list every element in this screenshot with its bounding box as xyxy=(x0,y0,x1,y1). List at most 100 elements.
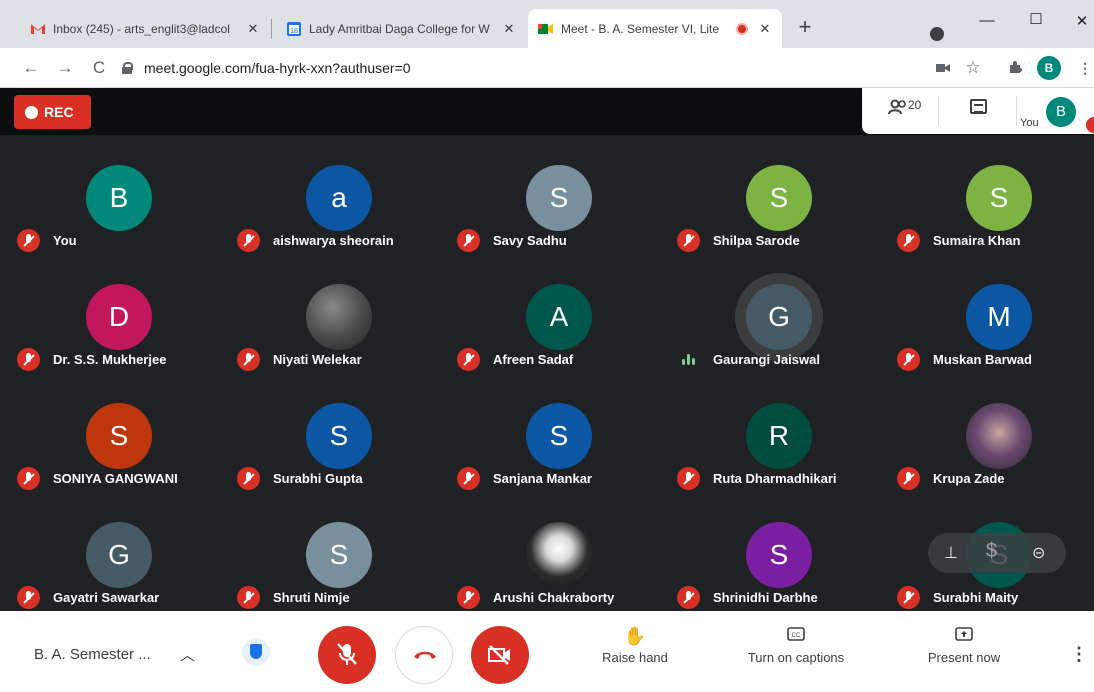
participant-tile[interactable]: S Savy Sadhu xyxy=(440,165,655,283)
tray-divider xyxy=(938,96,939,126)
participant-name-tag: Muskan Barwad xyxy=(897,346,1032,372)
participant-tile[interactable]: S Shilpa Sarode xyxy=(660,165,875,283)
camera-off-icon xyxy=(488,645,510,665)
chevron-up-icon[interactable]: ︿ xyxy=(180,644,195,665)
participant-name: Krupa Zade xyxy=(933,470,1005,486)
participant-name: aishwarya sheorain xyxy=(273,232,394,248)
recording-indicator-icon xyxy=(736,22,748,35)
participant-avatar: S xyxy=(966,165,1032,231)
minimize-icon[interactable]: — xyxy=(977,12,997,29)
mic-muted-icon xyxy=(17,347,40,371)
tab-gmail[interactable]: Inbox (245) - arts_englit3@ladcol ✕ xyxy=(20,9,270,48)
browser-toolbar: ← → C meet.google.com/fua-hyrk-xxn?authu… xyxy=(0,48,1094,88)
gmail-icon xyxy=(30,21,46,37)
participant-avatar: S xyxy=(526,403,592,469)
participant-tile[interactable]: S Surabhi Gupta xyxy=(220,403,435,521)
recording-badge: REC xyxy=(14,95,91,129)
present-icon xyxy=(904,626,1024,650)
participant-name-tag: Arushi Chakraborty xyxy=(457,584,614,610)
close-tab-icon[interactable]: ✕ xyxy=(756,21,774,37)
participant-tile[interactable]: A Afreen Sadaf xyxy=(440,284,655,402)
profile-avatar[interactable]: B xyxy=(1037,56,1061,80)
forward-icon[interactable]: → xyxy=(54,57,76,79)
tab-meet[interactable]: Meet - B. A. Semester VI, Lite ✕ xyxy=(528,9,782,48)
participant-tile[interactable]: S SONIYA GANGWANI xyxy=(0,403,215,521)
participant-name-tag: Sumaira Khan xyxy=(897,227,1020,253)
camera-toggle-button[interactable] xyxy=(471,626,529,684)
participant-tile[interactable]: Krupa Zade xyxy=(880,403,1094,521)
pin-icon[interactable]: ⊥ xyxy=(944,543,958,563)
participant-avatar: S xyxy=(526,165,592,231)
browser-tabstrip: Inbox (245) - arts_englit3@ladcol ✕ 18 L… xyxy=(0,0,1094,48)
mic-muted-icon xyxy=(677,466,700,490)
participant-name: Gayatri Sawarkar xyxy=(53,589,160,605)
participant-name: Ruta Dharmadhikari xyxy=(713,470,837,486)
mic-muted-icon xyxy=(677,585,700,609)
mic-muted-icon xyxy=(897,466,920,490)
tab-title: Lady Amritbai Daga College for W xyxy=(309,21,490,36)
participant-name: Niyati Welekar xyxy=(273,351,362,367)
host-controls-icon[interactable] xyxy=(242,638,270,666)
present-label: Present now xyxy=(927,650,1001,665)
participant-tile[interactable]: Niyati Welekar xyxy=(220,284,435,402)
bookmark-star-icon[interactable]: ☆ xyxy=(962,57,984,79)
maximize-icon[interactable]: ☐ xyxy=(1026,10,1046,28)
remove-icon[interactable]: ⊝ xyxy=(1032,543,1045,563)
meeting-title[interactable]: B. A. Semester ... xyxy=(34,646,151,663)
participant-tile[interactable]: B You xyxy=(0,165,215,283)
participant-tile[interactable]: a aishwarya sheorain xyxy=(220,165,435,283)
self-muted-icon xyxy=(1086,117,1094,133)
extensions-icon[interactable] xyxy=(1004,57,1026,79)
raise-hand-button[interactable]: ✋ Raise hand xyxy=(575,626,695,665)
participant-name-tag: Shilpa Sarode xyxy=(677,227,800,253)
participant-tile[interactable]: M Muskan Barwad xyxy=(880,284,1094,402)
participant-name-tag: Gaurangi Jaiswal xyxy=(677,346,820,372)
mic-muted-icon xyxy=(457,347,480,371)
participant-name: Savy Sadhu xyxy=(493,232,567,248)
back-icon[interactable]: ← xyxy=(20,57,42,79)
participant-tile[interactable]: R Ruta Dharmadhikari xyxy=(660,403,875,521)
mic-muted-icon xyxy=(237,466,260,490)
participant-tile[interactable]: D Dr. S.S. Mukherjee xyxy=(0,284,215,402)
address-bar[interactable]: meet.google.com/fua-hyrk-xxn?authuser=0 xyxy=(122,54,922,82)
participant-avatar: a xyxy=(306,165,372,231)
chrome-menu-icon[interactable]: ⋮ xyxy=(1074,57,1094,79)
captions-button[interactable]: CC Turn on captions xyxy=(736,626,856,665)
people-icon[interactable] xyxy=(888,99,908,120)
mic-muted-icon xyxy=(237,228,260,252)
mic-muted-icon xyxy=(237,347,260,371)
participant-avatar: R xyxy=(746,403,812,469)
mic-muted-icon xyxy=(897,585,920,609)
close-tab-icon[interactable]: ✕ xyxy=(244,21,262,37)
reload-icon[interactable]: C xyxy=(88,57,110,79)
mic-muted-icon xyxy=(17,228,40,252)
close-tab-icon[interactable]: ✕ xyxy=(500,21,518,37)
participant-tile[interactable]: S Sanjana Mankar xyxy=(440,403,655,521)
more-options-icon[interactable]: ⋮ xyxy=(1070,644,1088,665)
mic-muted-icon xyxy=(897,228,920,252)
captions-icon: CC xyxy=(736,626,856,650)
captions-label: Turn on captions xyxy=(747,650,845,665)
present-now-button[interactable]: Present now xyxy=(904,626,1024,665)
camera-indicator-icon[interactable] xyxy=(932,57,954,79)
mic-muted-icon xyxy=(17,585,40,609)
mic-off-icon xyxy=(337,643,357,665)
chat-icon[interactable] xyxy=(970,99,987,114)
mic-muted-icon xyxy=(897,347,920,371)
window-close-icon[interactable]: ✕ xyxy=(1072,12,1092,30)
frame-icon[interactable]: $ xyxy=(986,540,997,563)
mic-toggle-button[interactable] xyxy=(318,626,376,684)
tab-search-icon[interactable] xyxy=(930,27,944,41)
tab-college[interactable]: 18 Lady Amritbai Daga College for W ✕ xyxy=(276,9,526,48)
mic-muted-icon xyxy=(457,228,480,252)
new-tab-button[interactable]: + xyxy=(794,16,816,39)
participant-tile[interactable]: G Gaurangi Jaiswal xyxy=(660,284,875,402)
tab-divider xyxy=(271,19,272,39)
self-avatar[interactable]: B xyxy=(1046,97,1076,127)
leave-call-button[interactable] xyxy=(395,626,453,684)
participant-name: Arushi Chakraborty xyxy=(493,589,615,605)
participant-name-tag: Niyati Welekar xyxy=(237,346,362,372)
participant-name: Surabhi Maity xyxy=(933,589,1019,605)
participant-tile[interactable]: S Sumaira Khan xyxy=(880,165,1094,283)
meet-icon xyxy=(538,21,554,37)
